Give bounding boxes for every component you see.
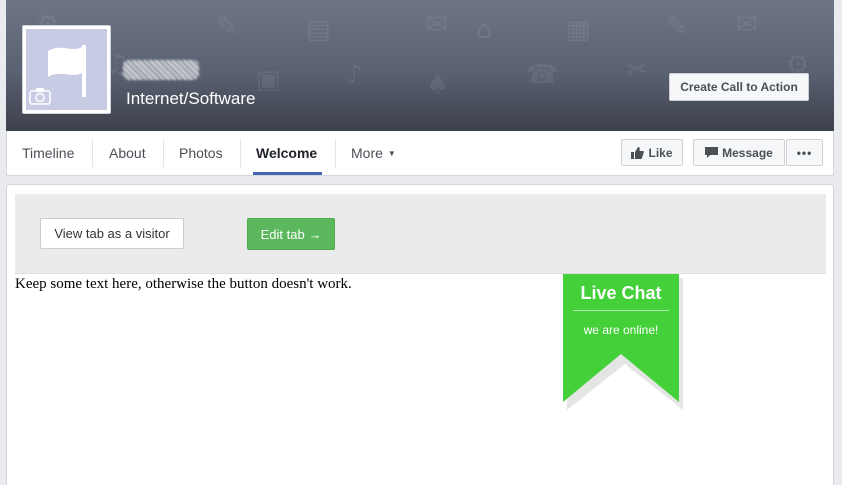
live-chat-title: Live Chat — [580, 283, 662, 303]
live-chat-divider — [573, 310, 669, 311]
create-call-to-action-button[interactable]: Create Call to Action — [669, 73, 809, 101]
page-category: Internet/Software — [126, 89, 256, 108]
tab-timeline[interactable]: Timeline — [22, 131, 74, 175]
flag-icon — [48, 45, 86, 97]
edit-tab-button[interactable]: Edit tab → — [247, 218, 335, 250]
cover-photo: ⚙ ♫ ✎ ▤ ♪ ✉ ⌂ ☎ ▦ ✂ ✎ ✉ ⚙ ▣ ♠ Internet/S… — [6, 0, 834, 131]
tab-more-label: More — [351, 145, 383, 161]
live-chat-ribbon[interactable]: Live Chat we are online! — [563, 274, 683, 410]
tab-welcome[interactable]: Welcome — [256, 131, 317, 175]
message-icon — [705, 146, 719, 158]
tab-divider — [240, 139, 241, 167]
admin-toolbar: View tab as a visitor Edit tab → — [15, 194, 826, 274]
tab-divider — [92, 139, 93, 167]
like-button[interactable]: Like — [621, 139, 683, 166]
view-as-visitor-button[interactable]: View tab as a visitor — [40, 218, 184, 249]
page-nav-bar: Timeline About Photos Welcome More ▼ Lik… — [6, 131, 834, 176]
camera-icon[interactable] — [29, 87, 51, 105]
live-chat-status: we are online! — [583, 323, 659, 337]
caret-down-icon: ▼ — [387, 148, 396, 158]
body-text: Keep some text here, otherwise the butto… — [15, 276, 352, 292]
tab-about[interactable]: About — [109, 131, 146, 175]
tab-content: View tab as a visitor Edit tab → Keep so… — [6, 184, 834, 485]
profile-picture[interactable] — [22, 25, 111, 114]
message-button[interactable]: Message — [693, 139, 785, 166]
like-label: Like — [648, 145, 673, 160]
tab-divider — [163, 139, 164, 167]
page-name-redacted — [123, 60, 199, 80]
tab-divider — [335, 139, 336, 167]
tab-more[interactable]: More ▼ — [351, 131, 396, 175]
thumbs-up-icon — [631, 146, 645, 159]
tab-photos[interactable]: Photos — [179, 131, 223, 175]
active-tab-indicator — [253, 172, 322, 175]
message-label: Message — [722, 145, 773, 160]
more-actions-button[interactable]: ••• — [786, 139, 823, 166]
